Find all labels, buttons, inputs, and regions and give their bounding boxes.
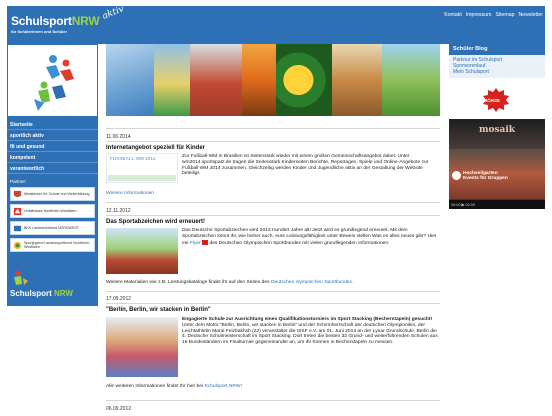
article-thumbnail[interactable] [106, 228, 178, 274]
divider [106, 303, 440, 304]
article-date: 12.11.2012 [106, 208, 131, 214]
article-body: Das Deutsche Sportabzeichen wird 2013 Hu… [182, 228, 440, 246]
partner-label: Unfallkasse Nordrhein-Westfalen [24, 209, 77, 213]
nav-link-sitemap[interactable]: Sitemap [495, 12, 514, 18]
partner-unfallkasse[interactable]: Unfallkasse Nordrhein-Westfalen [10, 204, 95, 218]
article-body: Engagierte Schule zur Ausrichtung eines … [182, 317, 440, 346]
banner-photo-apple [332, 44, 382, 116]
banner-photo-track [190, 44, 242, 116]
article-body-text: des Deutschen Olympischen Sportbundes mi… [209, 240, 390, 246]
article-date: 06.09.2012 [106, 406, 132, 412]
sidebar-item-startseite[interactable]: Startseite [7, 120, 98, 130]
article-headline[interactable]: "Berlin, Berlin, wir stacken in Berlin" [106, 307, 211, 313]
blog-title: Schüler Blog [449, 44, 545, 55]
site-header: SchulsportNRW aktiv für Schülerinnen und… [7, 4, 545, 44]
footer-brand-nrw: NRW [54, 289, 73, 298]
video-title: mosaik [478, 125, 516, 135]
article-more: Weitere Materialien wie z.B. Leistungska… [106, 280, 440, 286]
blog-links: Parkour im Schulsport Sponsorenlauf Mein… [449, 55, 545, 78]
athletes-logo-icon [34, 55, 74, 111]
article-date: 11.06.2014 [106, 134, 131, 140]
unfallkasse-icon [13, 207, 22, 215]
partner-label: Sportjugend Landessportbund Nordrhein-We… [24, 241, 91, 249]
footer-brand: Schulsport NRW [10, 289, 73, 298]
pdf-icon[interactable] [202, 239, 209, 245]
flyer-link[interactable]: Flyer [190, 240, 201, 245]
more-info-link[interactable]: Weitere Informationen [106, 191, 154, 196]
video-controls[interactable]: 00:00 ▶ 00:00 [449, 200, 545, 209]
article-headline[interactable]: Das Sportabzeichen wird erneuert! [106, 219, 205, 225]
article-more: Alle weiteren Informationen findet Ihr h… [106, 384, 440, 390]
schulsport-link[interactable]: Schulsport NRW! [204, 384, 241, 389]
sidebar-item-fit-und-gesund[interactable]: fit und gesund [7, 142, 98, 152]
sportjugend-icon [13, 241, 22, 249]
divider [106, 128, 440, 129]
sidebar-item-verantwortlich[interactable]: verantwortlich [7, 164, 98, 174]
sidebar-logo[interactable] [7, 44, 98, 117]
nrw-state-icon [13, 190, 22, 197]
brand-nrw: NRW [71, 14, 100, 28]
divider [106, 215, 440, 216]
more-prefix: Alle weiteren Informationen findet Ihr h… [106, 384, 204, 389]
article-lead: Engagierte Schule zur Ausrichtung eines … [182, 317, 433, 322]
article-body-text: Unter dem Motto "Berlin, Berlin, wir sta… [182, 322, 438, 346]
nav-link-kontakt[interactable]: Kontakt [444, 12, 462, 18]
sidebar: Startseite sportlich aktiv fit und gesun… [7, 44, 98, 306]
divider [106, 202, 440, 203]
nav-link-newsletter[interactable]: Newsletter [518, 12, 543, 18]
partner-label: Ministerium für Schule und Weiterbildung [24, 192, 90, 196]
bkk-icon [13, 225, 22, 231]
brand-aktiv: aktiv [100, 4, 126, 22]
hero-banner [106, 44, 440, 116]
article-headline[interactable]: Internetangebot speziell für Kinder [106, 145, 205, 151]
blog-link-mein-schulsport[interactable]: Mein Schulsport [453, 69, 541, 75]
banner-photo-hands [154, 44, 190, 116]
divider [106, 291, 440, 292]
article-body: Zur Fußball-WM in Brasilien ist Seitenst… [182, 154, 429, 177]
right-column: Schüler Blog Parkour im Schulsport Spons… [449, 44, 545, 209]
partner-label: BKK Landesverband NORDWEST [24, 226, 79, 230]
partner-sportjugend[interactable]: Sportjugend Landessportbund Nordrhein-We… [10, 238, 95, 252]
sidebar-item-kompetent[interactable]: kompetent [7, 153, 98, 163]
banner-photo-kids [106, 44, 154, 116]
banner-photo-playground [382, 44, 440, 116]
brand-name: Schulsport [11, 14, 72, 28]
nav-link-impressum[interactable]: Impressum [466, 12, 492, 18]
video-caption: Hochseilgarten Events für Gruppen [463, 171, 508, 181]
video-player[interactable]: mosaik Hochseilgarten Events für Gruppen… [449, 119, 545, 209]
more-prefix: Weitere Materialien wie z.B. Leistungska… [106, 280, 270, 285]
video-time: 00:00 ▶ 00:00 [451, 203, 476, 207]
play-icon[interactable] [452, 171, 461, 180]
banner-photo-ball [242, 44, 276, 116]
video-caption-line-2: Events für Gruppen [463, 176, 508, 181]
site-logo[interactable]: SchulsportNRW [11, 14, 100, 28]
partner-bkk[interactable]: BKK Landesverband NORDWEST [10, 221, 95, 235]
banner-photo-fruit [276, 44, 332, 116]
borse-label: BÖRSE [484, 98, 501, 103]
divider [106, 400, 440, 401]
thumbnail-label: FUSSBALL WM 2014 [110, 156, 156, 161]
partners-heading: Partner: [10, 179, 27, 184]
dosb-link[interactable]: Deutschen olympischen Sportbundes. [271, 280, 353, 285]
brand-subtitle: für Schülerinnen und Schüler [11, 29, 68, 34]
top-navigation: Kontakt Impressum Sitemap Newsletter [444, 12, 543, 18]
article-date: 17.09.2012 [106, 296, 132, 302]
footer-brand-name: Schulsport [10, 289, 52, 298]
article-thumbnail[interactable] [106, 317, 178, 377]
sidebar-item-sportlich-aktiv[interactable]: sportlich aktiv [7, 131, 98, 141]
divider [106, 141, 440, 142]
partner-ministerium[interactable]: Ministerium für Schule und Weiterbildung [10, 187, 95, 201]
